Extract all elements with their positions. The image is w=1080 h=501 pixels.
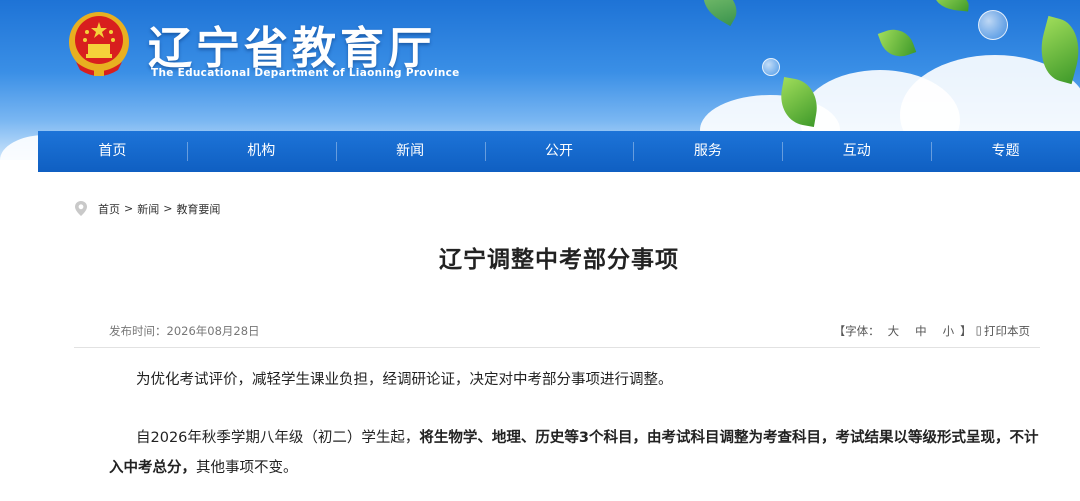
bubble-decoration	[762, 58, 780, 76]
nav-item-interaction[interactable]: 互动	[782, 131, 931, 172]
font-size-small-button[interactable]: 小	[943, 323, 955, 339]
leaf-decoration	[934, 0, 970, 12]
article-tools: 【字体： 大 中 小 】 ▯ 打印本页	[834, 323, 1030, 339]
bubble-decoration	[978, 10, 1008, 40]
nav-item-organization[interactable]: 机构	[186, 131, 336, 172]
font-size-close-bracket: 】	[960, 324, 972, 338]
nav-item-news[interactable]: 新闻	[335, 131, 485, 172]
print-page-button[interactable]: 打印本页	[984, 323, 1030, 339]
paragraph-2-suffix: 其他事项不变。	[196, 460, 298, 476]
breadcrumb: 首页 > 新闻 > 教育要闻	[74, 200, 220, 217]
print-icon: ▯	[975, 323, 982, 337]
publish-info: 发布时间：2026年08月28日	[109, 323, 260, 339]
publish-date: 2026年08月28日	[166, 324, 260, 338]
main-nav: 首页 机构 新闻 公开 服务 互动 专题	[38, 131, 1080, 172]
divider	[74, 347, 1040, 348]
publish-label: 发布时间：	[109, 324, 167, 338]
nav-item-services[interactable]: 服务	[633, 131, 782, 172]
site-subtitle: The Educational Department of Liaoning P…	[151, 67, 460, 79]
breadcrumb-home[interactable]: 首页	[98, 201, 120, 217]
article-paragraph-1: 为优化考试评价，减轻学生课业负担，经调研论证，决定对中考部分事项进行调整。	[136, 372, 673, 388]
article-content: 首页 > 新闻 > 教育要闻 辽宁调整中考部分事项 发布时间：2026年08月2…	[38, 172, 1080, 501]
national-emblem-icon	[69, 12, 129, 76]
breadcrumb-separator: >	[124, 202, 134, 215]
font-size-label: 【字体：	[833, 324, 880, 338]
nav-item-home[interactable]: 首页	[38, 131, 187, 172]
article-title: 辽宁调整中考部分事项	[439, 247, 679, 273]
leaf-decoration	[877, 23, 917, 63]
breadcrumb-news[interactable]: 新闻	[137, 201, 159, 217]
location-pin-icon	[75, 201, 87, 216]
paragraph-2-prefix: 自2026年秋季学期八年级（初二）学生起，	[136, 430, 420, 446]
breadcrumb-separator: >	[163, 202, 173, 215]
article-paragraph-2: 自2026年秋季学期八年级（初二）学生起，将生物学、地理、历史等3个科目，由考试…	[109, 423, 1049, 483]
breadcrumb-education-news[interactable]: 教育要闻	[176, 201, 220, 217]
nav-item-topics[interactable]: 专题	[931, 131, 1080, 172]
font-size-medium-button[interactable]: 中	[915, 323, 927, 339]
font-size-large-button[interactable]: 大	[888, 323, 900, 339]
leaf-decoration	[695, 0, 745, 27]
nav-item-disclosure[interactable]: 公开	[484, 131, 634, 172]
